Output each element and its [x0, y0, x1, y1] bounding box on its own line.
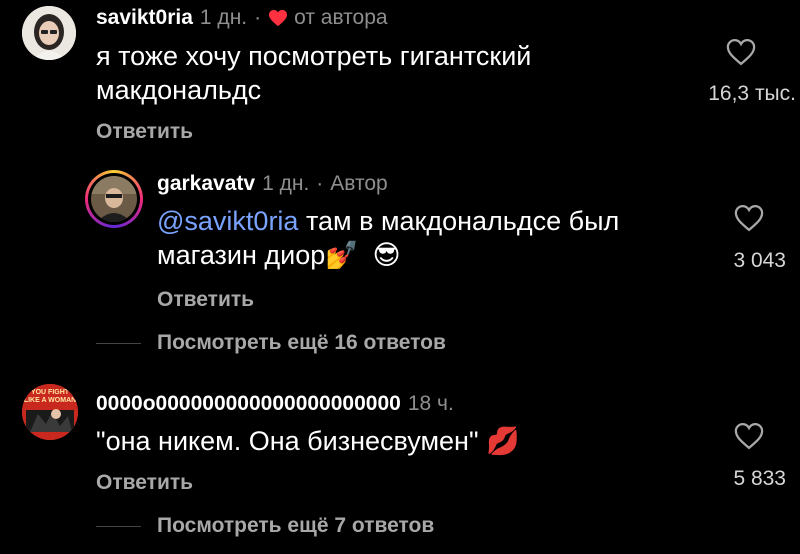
view-more-replies-button[interactable]: Посмотреть ещё 16 ответов: [157, 331, 446, 355]
view-more-replies-button[interactable]: Посмотреть ещё 7 ответов: [157, 514, 434, 538]
comment-username[interactable]: savikt0ria: [96, 6, 193, 30]
avatar-savikt0ria[interactable]: [22, 6, 76, 60]
view-more-divider: [96, 526, 141, 527]
avatar-caption: LIKE A WOMAN: [23, 397, 77, 404]
reply-text-line: там в макдональдсе был: [298, 206, 620, 236]
comment-text: "она никем. Она бизнесвумен" 💋: [96, 424, 520, 458]
reply-button[interactable]: Ответить: [96, 120, 193, 144]
avatar-portrait-icon: [22, 6, 76, 60]
lips-emoji: 💋: [486, 426, 520, 456]
avatar-0000o[interactable]: YOU FIGHT LIKE A WOMAN: [22, 384, 78, 440]
like-button[interactable]: [734, 204, 764, 237]
heart-filled-icon: [268, 9, 288, 27]
like-button[interactable]: [726, 38, 756, 71]
avatar-caption: YOU FIGHT: [30, 389, 70, 396]
heart-outline-icon: [734, 204, 764, 232]
mention-link[interactable]: @savikt0ria: [157, 206, 298, 236]
comment-username[interactable]: 0000o000000000000000000000: [96, 392, 401, 416]
comment-time: 1 дн.: [199, 6, 248, 29]
nail-polish-emoji: 💅: [325, 240, 359, 270]
reply-button[interactable]: Ответить: [96, 471, 193, 495]
sunglasses-emoji: 😎: [372, 240, 401, 270]
comment-text-line: я тоже хочу посмотреть гигантский: [96, 41, 532, 71]
heart-outline-icon: [734, 422, 764, 450]
meta-separator: ·: [254, 6, 262, 29]
like-button[interactable]: [734, 422, 764, 455]
author-like-label: от автора: [294, 6, 388, 29]
reply-text: @savikt0ria там в макдональдсе был магаз…: [157, 204, 619, 272]
view-more-divider: [96, 343, 141, 344]
reply-text-line: магазин диор: [157, 240, 326, 270]
comment-time: 18 ч.: [407, 392, 454, 415]
reply-username[interactable]: garkavatv: [157, 172, 255, 196]
comment-text-line: "она никем. Она бизнесвумен": [96, 426, 479, 456]
comment-header: savikt0ria 1 дн. · от автора: [96, 4, 388, 32]
meta-separator: ·: [316, 172, 324, 195]
avatar-portrait-icon: [91, 176, 137, 222]
reply-button[interactable]: Ответить: [157, 288, 254, 312]
avatar-garkavatv[interactable]: [85, 170, 143, 228]
heart-outline-icon: [726, 38, 756, 66]
comment-header: 0000o000000000000000000000 18 ч.: [96, 390, 454, 418]
comment-text-line: макдональдс: [96, 75, 262, 105]
like-count: 3 043: [733, 249, 786, 272]
like-count: 16,3 тыс.: [708, 82, 796, 105]
comment-text: я тоже хочу посмотреть гигантский макдон…: [96, 39, 531, 107]
author-badge: Автор: [330, 172, 388, 195]
reply-header: garkavatv 1 дн. · Автор: [157, 170, 388, 198]
like-count: 5 833: [733, 467, 786, 490]
reply-time: 1 дн.: [262, 172, 310, 195]
